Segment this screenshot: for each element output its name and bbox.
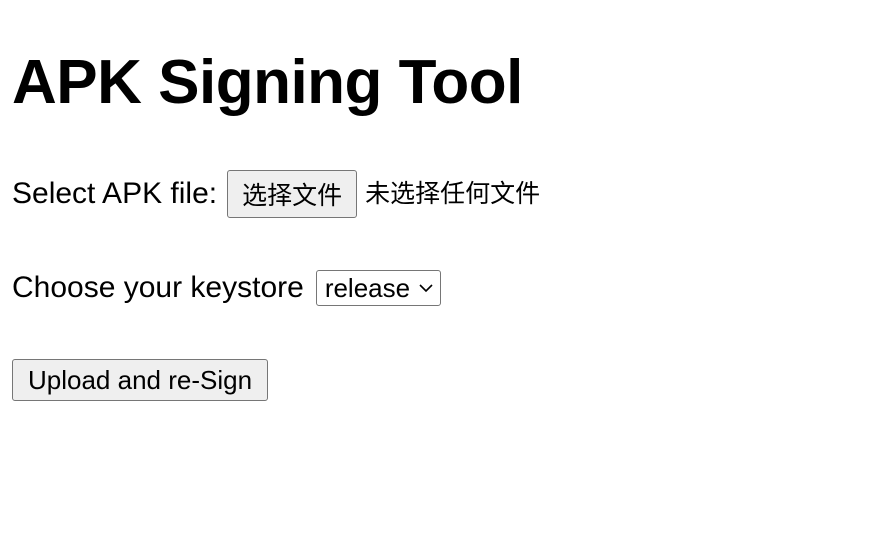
upload-and-resign-button[interactable]: Upload and re-Sign: [12, 359, 269, 401]
submit-row: Upload and re-Sign: [12, 358, 269, 402]
choose-file-button[interactable]: 选择文件: [227, 170, 358, 218]
keystore-label: Choose your keystore: [12, 271, 304, 304]
keystore-selected-value: release: [324, 272, 411, 303]
page-title: APK Signing Tool: [12, 48, 523, 117]
file-upload-row: Select APK file: 选择文件 未选择任何文件: [12, 170, 540, 218]
keystore-select[interactable]: release: [315, 270, 442, 306]
chevron-down-icon: [419, 284, 433, 293]
file-status-text: 未选择任何文件: [365, 179, 541, 208]
file-upload-label: Select APK file:: [12, 177, 218, 210]
keystore-row: Choose your keystore release: [12, 268, 442, 308]
